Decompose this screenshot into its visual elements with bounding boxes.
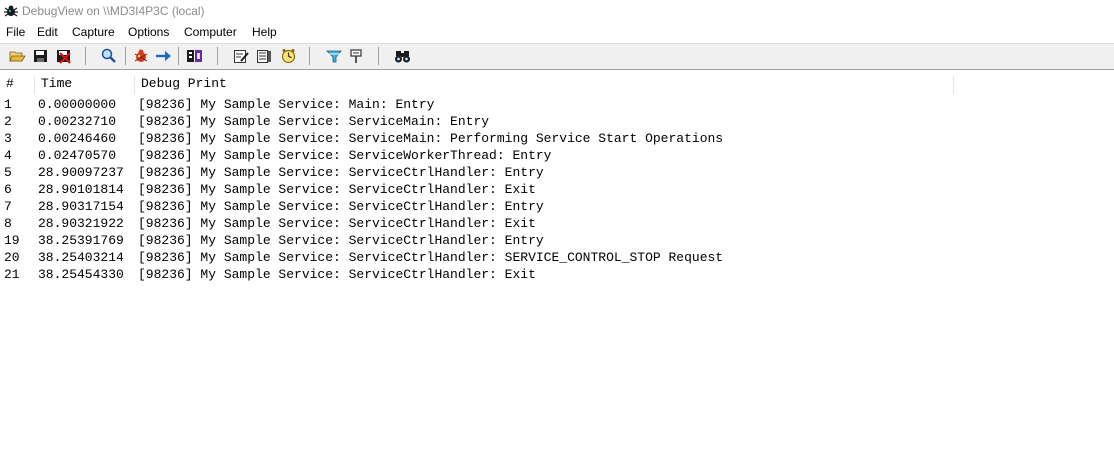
table-row[interactable]: 21 38.25454330 [98236] My Sample Service… [0,266,1114,283]
toolbar-separator [217,47,218,65]
row-debug-print: [98236] My Sample Service: ServiceWorker… [138,148,552,163]
clock-time-icon[interactable] [280,48,297,64]
highlight-icon[interactable] [326,48,343,64]
table-row[interactable]: 4 0.02470570 [98236] My Sample Service: … [0,147,1114,164]
window-title: DebugView on \\MD3I4P3C (local) [22,4,205,18]
menu-help[interactable]: Help [252,25,277,39]
row-number: 21 [4,267,20,282]
row-debug-print: [98236] My Sample Service: ServiceMain: … [138,114,490,129]
toolbar-separator [378,47,379,65]
menu-edit[interactable]: Edit [37,25,58,39]
open-icon[interactable] [9,48,26,64]
list-header: # Time Debug Print [0,74,954,94]
row-number: 19 [4,233,20,248]
row-debug-print: [98236] My Sample Service: ServiceCtrlHa… [138,233,544,248]
row-time: 0.00232710 [38,114,117,129]
title-bar[interactable]: DebugView on \\MD3I4P3C (local) [0,0,1114,24]
toolbar [0,43,1114,70]
row-number: 7 [4,199,12,214]
capture-icon[interactable] [133,48,150,64]
row-debug-print: [98236] My Sample Service: ServiceCtrlHa… [138,216,536,231]
history-icon[interactable] [256,48,273,64]
menu-bar: File Edit Capture Options Computer Help [0,24,1114,42]
menu-capture[interactable]: Capture [72,25,115,39]
column-divider[interactable] [134,76,135,94]
row-time: 28.90317154 [38,199,124,214]
row-time: 28.90101814 [38,182,124,197]
toolbar-separator [309,47,310,65]
row-debug-print: [98236] My Sample Service: ServiceCtrlHa… [138,182,536,197]
row-debug-print: [98236] My Sample Service: ServiceMain: … [138,131,724,146]
column-header-debug-print[interactable]: Debug Print [141,74,227,94]
toolbar-separator [178,47,179,65]
menu-computer[interactable]: Computer [184,25,237,39]
table-row[interactable]: 6 28.90101814 [98236] My Sample Service:… [0,181,1114,198]
row-debug-print: [98236] My Sample Service: ServiceCtrlHa… [138,250,724,265]
column-divider[interactable] [34,76,35,94]
table-row[interactable]: 7 28.90317154 [98236] My Sample Service:… [0,198,1114,215]
row-number: 1 [4,97,12,112]
row-time: 0.02470570 [38,148,117,163]
row-number: 8 [4,216,12,231]
table-row[interactable]: 5 28.90097237 [98236] My Sample Service:… [0,164,1114,181]
row-time: 0.00000000 [38,97,117,112]
filter-icon[interactable] [186,48,203,64]
menu-file[interactable]: File [6,25,25,39]
table-row[interactable]: 8 28.90321922 [98236] My Sample Service:… [0,215,1114,232]
row-time: 0.00246460 [38,131,117,146]
row-debug-print: [98236] My Sample Service: ServiceCtrlHa… [138,267,536,282]
row-time: 28.90321922 [38,216,124,231]
column-divider[interactable] [953,76,954,94]
row-debug-print: [98236] My Sample Service: ServiceCtrlHa… [138,165,544,180]
row-time: 28.90097237 [38,165,124,180]
table-row[interactable]: 1 0.00000000 [98236] My Sample Service: … [0,96,1114,113]
row-number: 2 [4,114,12,129]
column-header-number[interactable]: # [6,74,14,94]
row-number: 6 [4,182,12,197]
binoculars-icon[interactable] [394,48,411,64]
toolbar-separator [125,47,126,65]
toolbar-separator [85,47,86,65]
table-row[interactable]: 19 38.25391769 [98236] My Sample Service… [0,232,1114,249]
pin-icon[interactable] [348,48,365,64]
table-row[interactable]: 3 0.00246460 [98236] My Sample Service: … [0,130,1114,147]
save-icon[interactable] [32,48,49,64]
row-time: 38.25403214 [38,250,124,265]
clear-display-icon[interactable] [55,48,72,64]
debugview-app-icon [3,3,19,19]
row-debug-print: [98236] My Sample Service: Main: Entry [138,97,435,112]
row-debug-print: [98236] My Sample Service: ServiceCtrlHa… [138,199,544,214]
menu-options[interactable]: Options [128,25,169,39]
column-header-time[interactable]: Time [41,74,72,94]
table-row[interactable]: 2 0.00232710 [98236] My Sample Service: … [0,113,1114,130]
row-number: 4 [4,148,12,163]
row-number: 5 [4,165,12,180]
debug-output-list[interactable]: # Time Debug Print 1 0.00000000 [98236] … [0,70,1114,449]
table-row[interactable]: 20 38.25403214 [98236] My Sample Service… [0,249,1114,266]
row-time: 38.25391769 [38,233,124,248]
edit-icon[interactable] [233,48,250,64]
row-number: 20 [4,250,20,265]
autoscroll-icon[interactable] [155,48,172,64]
find-icon[interactable] [100,48,117,64]
row-time: 38.25454330 [38,267,124,282]
row-number: 3 [4,131,12,146]
